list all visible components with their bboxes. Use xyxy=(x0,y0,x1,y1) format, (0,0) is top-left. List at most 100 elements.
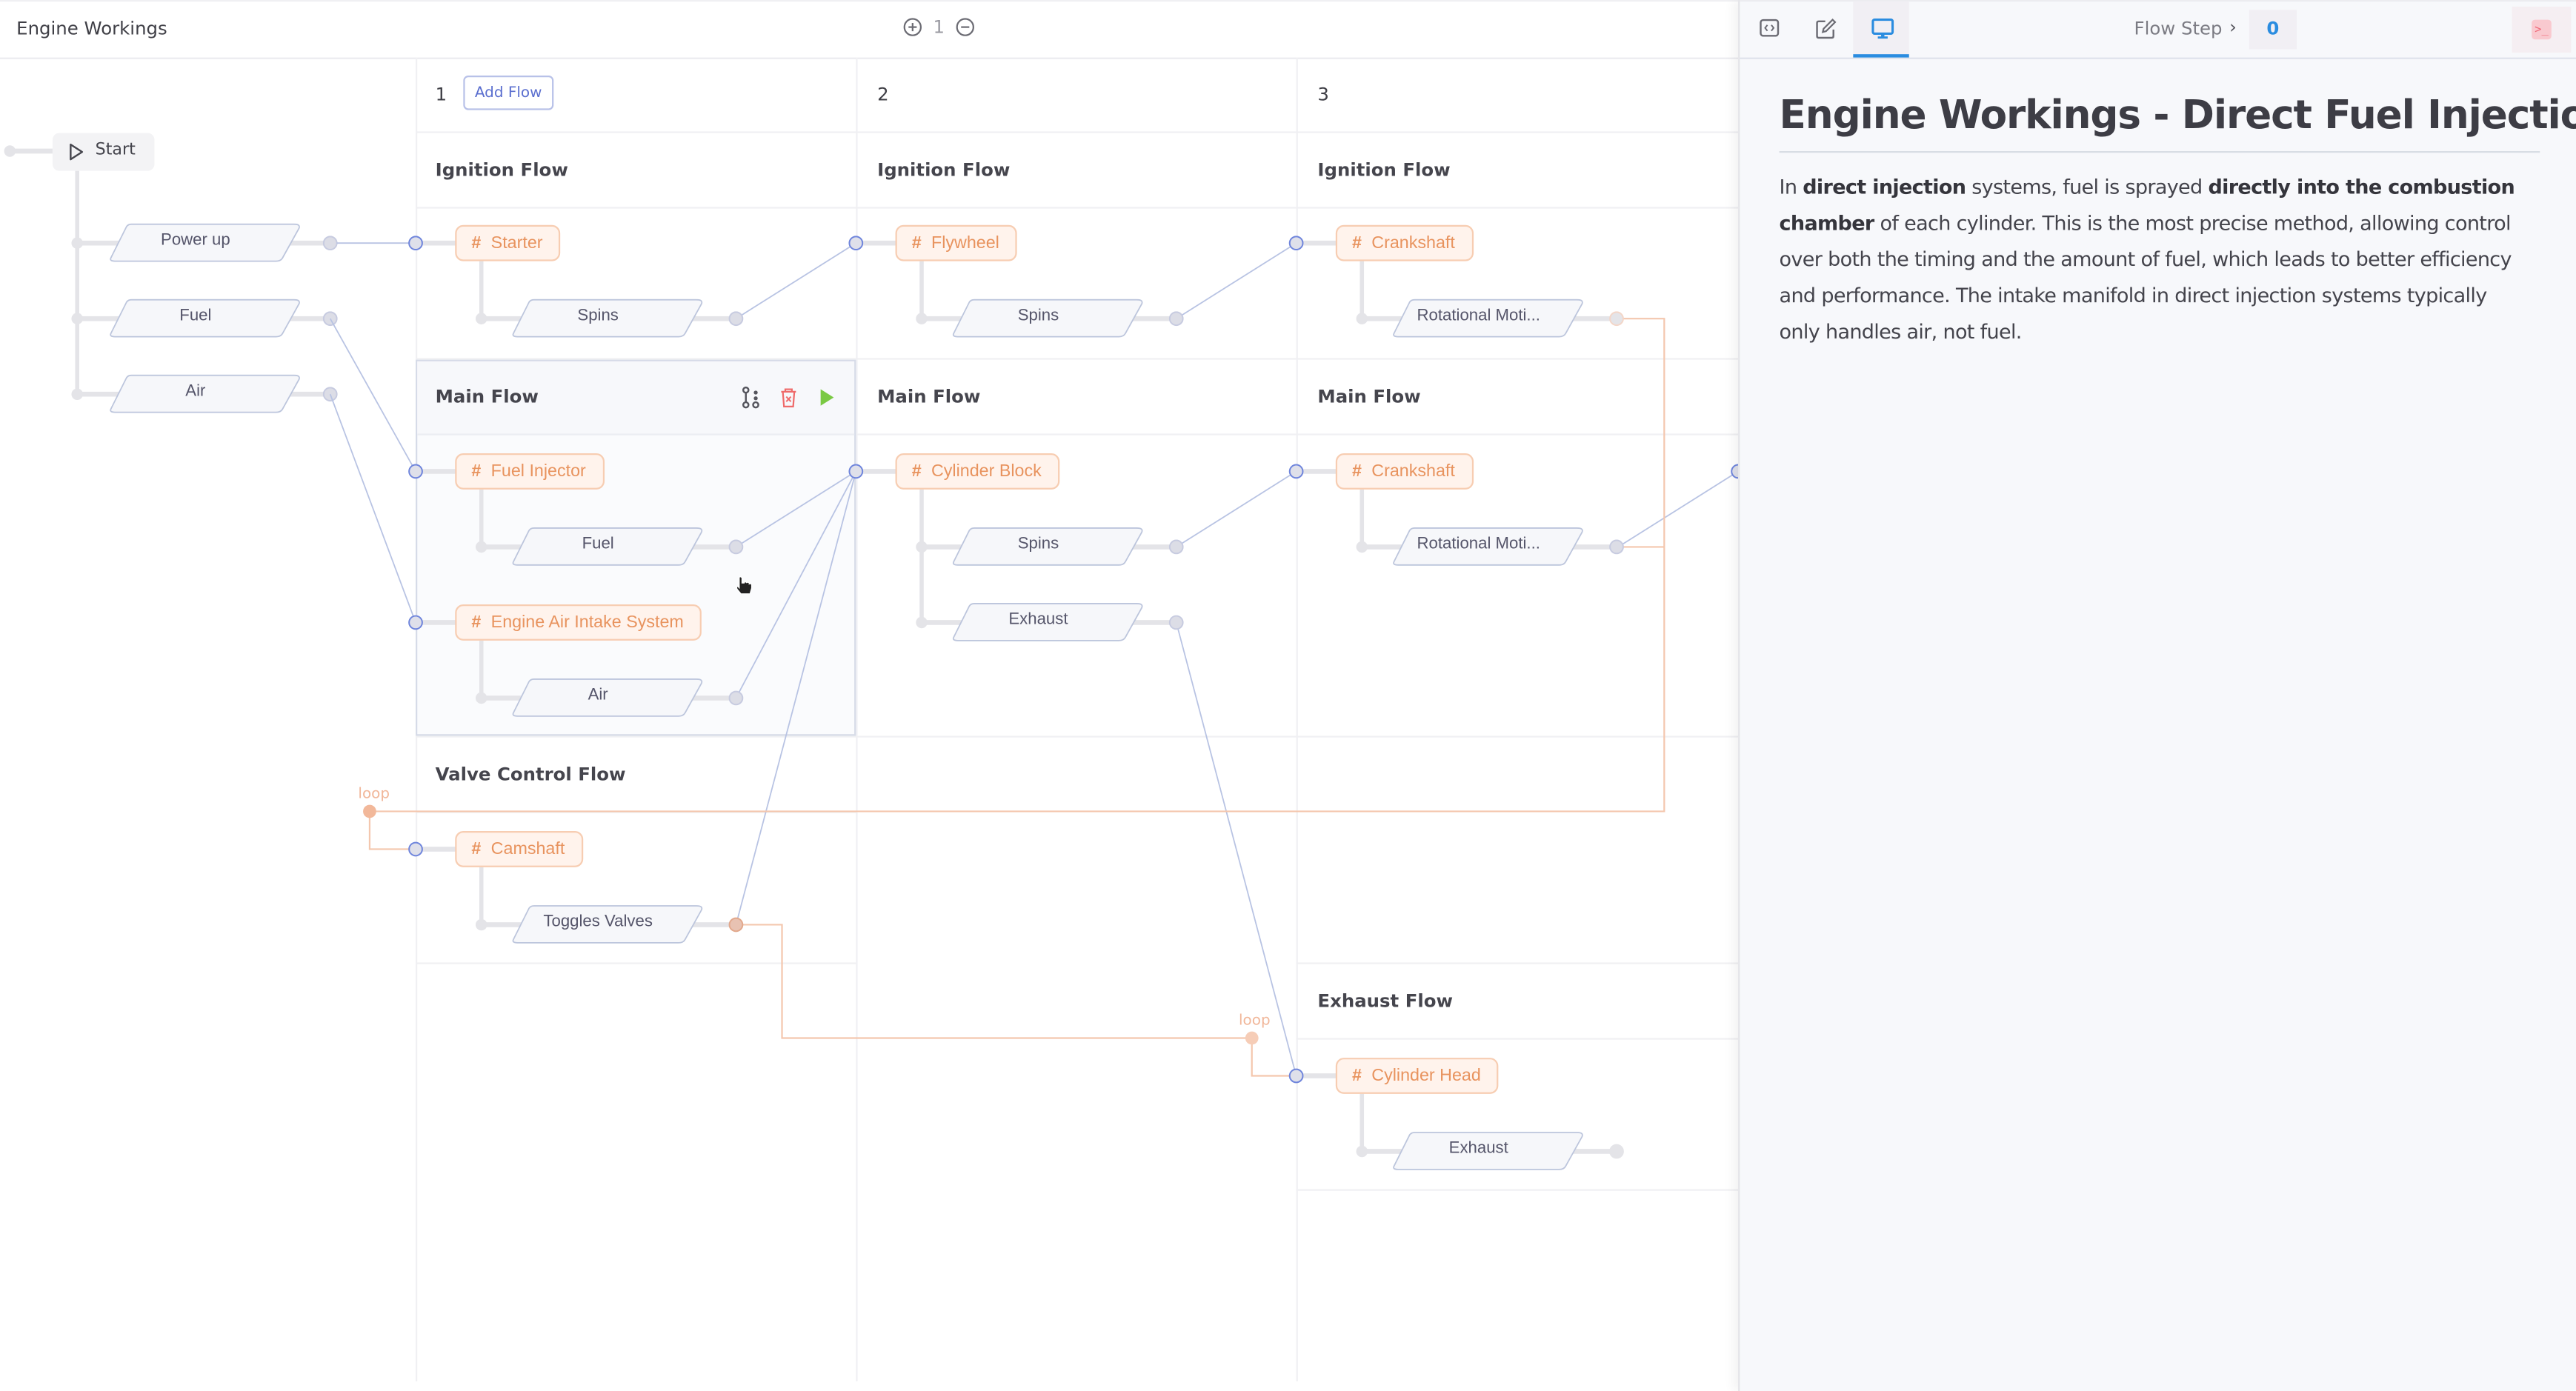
output-port[interactable] xyxy=(1609,539,1624,555)
input-port[interactable] xyxy=(848,464,864,479)
doc-text: systems, fuel is sprayed xyxy=(1966,176,2209,199)
flow-step-node[interactable]: # Cylinder Block xyxy=(895,453,1060,490)
output-label: Spins xyxy=(1017,307,1059,326)
output-node[interactable]: Spins xyxy=(951,527,1143,566)
output-port[interactable] xyxy=(728,917,744,933)
hash-icon: # xyxy=(471,233,482,253)
output-node[interactable]: Spins xyxy=(511,298,703,338)
flow-step-node[interactable]: # Flywheel xyxy=(895,224,1018,261)
loop-wire xyxy=(736,924,1291,1077)
input-port[interactable] xyxy=(408,841,423,857)
doc-text: of each cylinder. This is the most preci… xyxy=(1779,212,2512,344)
output-node[interactable]: Air xyxy=(511,678,703,717)
branch-joint xyxy=(916,616,928,629)
flow-step-index[interactable]: 0 xyxy=(2249,10,2297,50)
branch-joint xyxy=(71,237,83,249)
doc-emphasis: direct injection xyxy=(1803,176,1966,199)
input-port[interactable] xyxy=(408,236,423,251)
output-node[interactable]: Spins xyxy=(951,298,1143,338)
step-label: Starter xyxy=(490,233,543,253)
hash-icon: # xyxy=(471,461,482,481)
output-node[interactable]: Fuel xyxy=(511,527,703,566)
panel-toolbar: Flow Step › 0 >_ xyxy=(1740,0,2576,59)
loop-port[interactable] xyxy=(1245,1031,1259,1045)
tab-preview[interactable] xyxy=(1853,1,1909,58)
doc-body: In direct injection systems, fuel is spr… xyxy=(1780,169,2519,350)
branch-joint xyxy=(1356,313,1368,324)
output-port[interactable] xyxy=(322,236,338,251)
hash-icon: # xyxy=(1352,1066,1362,1086)
output-label: Spins xyxy=(577,307,619,326)
chevron-right-icon: › xyxy=(2229,16,2237,39)
step-label: Cylinder Head xyxy=(1371,1066,1481,1086)
flow-step-node[interactable]: # Engine Air Intake System xyxy=(455,604,702,641)
branch-joint xyxy=(475,692,487,704)
start-label: Start xyxy=(95,141,136,160)
output-node[interactable]: Rotational Moti... xyxy=(1391,298,1583,338)
step-label: Crankshaft xyxy=(1371,461,1455,481)
loop-label: loop xyxy=(358,787,390,804)
output-node[interactable]: Exhaust xyxy=(1391,1132,1583,1170)
hash-icon: # xyxy=(1352,461,1362,481)
detail-panel: Flow Step › 0 >_ Engine Workings - Direc… xyxy=(1738,0,2576,1391)
output-label: Rotational Moti... xyxy=(1417,535,1540,554)
input-port[interactable] xyxy=(1288,236,1304,251)
output-port[interactable] xyxy=(1609,1144,1624,1159)
input-port[interactable] xyxy=(408,464,423,479)
output-node[interactable]: Rotational Moti... xyxy=(1391,527,1583,566)
output-node[interactable]: Air xyxy=(108,374,300,413)
output-label: Exhaust xyxy=(1448,1139,1508,1158)
loop-wire xyxy=(368,318,1665,850)
flow-step-node[interactable]: # Crankshaft xyxy=(1335,453,1474,490)
branch-joint xyxy=(475,918,487,931)
flow-step-node[interactable]: # Crankshaft xyxy=(1335,224,1474,261)
output-node[interactable]: Toggles Valves xyxy=(511,905,703,944)
tab-edit[interactable] xyxy=(1797,1,1853,57)
flow-step-node[interactable]: # Camshaft xyxy=(455,831,583,867)
step-label: Camshaft xyxy=(490,839,565,859)
monitor-icon xyxy=(1871,19,1894,39)
branch-joint xyxy=(1356,1145,1368,1158)
output-node[interactable]: Fuel xyxy=(108,298,300,338)
terminal-icon: >_ xyxy=(2532,19,2552,40)
output-label: Air xyxy=(588,686,608,705)
hash-icon: # xyxy=(911,461,922,481)
wire xyxy=(329,393,416,623)
output-port[interactable] xyxy=(1609,311,1624,327)
start-port xyxy=(4,145,16,157)
step-label: Cylinder Block xyxy=(931,461,1042,481)
output-port[interactable] xyxy=(1168,615,1184,630)
output-port[interactable] xyxy=(728,690,744,706)
terminal-button[interactable]: >_ xyxy=(2512,6,2572,53)
flow-step-node[interactable]: # Fuel Injector xyxy=(455,453,605,490)
branch-joint xyxy=(1356,541,1368,553)
flow-step-node[interactable]: # Cylinder Head xyxy=(1335,1058,1500,1094)
output-port[interactable] xyxy=(728,539,744,555)
doc-divider xyxy=(1779,151,2540,153)
output-node[interactable]: Power up xyxy=(108,223,300,262)
code-icon xyxy=(1760,19,1780,37)
input-port[interactable] xyxy=(1731,464,1739,479)
connection-wires xyxy=(4,145,1739,1159)
tab-code[interactable] xyxy=(1742,1,1797,57)
input-port[interactable] xyxy=(848,236,864,251)
output-label: Rotational Moti... xyxy=(1417,307,1540,326)
output-port[interactable] xyxy=(1168,311,1184,327)
app-stage: Engine Workings 1 1 Add Flow 2 3 Ignitio… xyxy=(0,0,2576,1391)
wire xyxy=(735,470,856,548)
wire xyxy=(1176,242,1297,319)
output-port[interactable] xyxy=(1168,539,1184,555)
input-port[interactable] xyxy=(1288,464,1304,479)
wire xyxy=(1175,622,1297,1076)
output-label: Power up xyxy=(161,231,230,250)
flow-step-node[interactable]: # Starter xyxy=(455,224,561,261)
loop-port[interactable] xyxy=(363,804,376,818)
step-label: Fuel Injector xyxy=(490,461,586,481)
start-node[interactable]: Start xyxy=(52,133,155,171)
output-node[interactable]: Exhaust xyxy=(951,603,1143,641)
input-port[interactable] xyxy=(1288,1068,1304,1084)
branch-joint xyxy=(916,313,928,324)
output-port[interactable] xyxy=(728,311,744,327)
input-port[interactable] xyxy=(408,615,423,630)
hash-icon: # xyxy=(911,233,922,253)
